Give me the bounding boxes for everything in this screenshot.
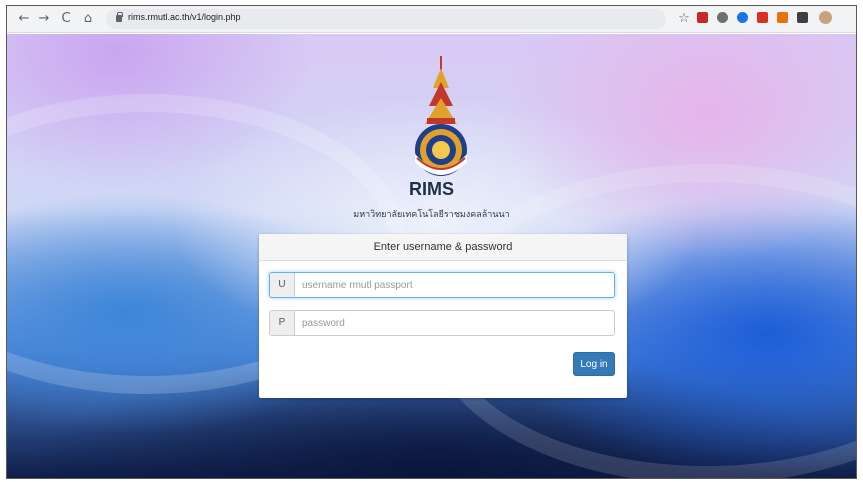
- url-text: rims.rmutl.ac.th/v1/login.php: [128, 12, 241, 22]
- forward-icon[interactable]: →: [35, 10, 53, 28]
- login-panel-heading: Enter username & password: [259, 234, 627, 261]
- red-extension-icon[interactable]: [757, 12, 768, 23]
- reload-icon[interactable]: C: [57, 10, 75, 28]
- username-addon: U: [270, 273, 295, 297]
- university-logo: [415, 56, 467, 176]
- university-name: มหาวิทยาลัยเทคโนโลยีราชมงคลล้านนา: [353, 209, 510, 219]
- profile-avatar[interactable]: [819, 11, 832, 24]
- password-field[interactable]: P: [269, 310, 615, 336]
- download-extension-icon[interactable]: [777, 12, 788, 23]
- password-addon: P: [270, 311, 295, 335]
- pdf-extension-icon[interactable]: [697, 12, 708, 23]
- lock-icon[interactable]: [116, 12, 123, 22]
- login-panel: Enter username & password U P Log in: [259, 234, 627, 398]
- browser-window: ← → C ⌂ rims.rmutl.ac.th/v1/login.php ☆: [6, 5, 857, 479]
- username-input[interactable]: [296, 273, 614, 297]
- back-icon[interactable]: ←: [15, 10, 33, 28]
- login-page: RIMS มหาวิทยาลัยเทคโนโลยีราชมงคลล้านนา E…: [7, 34, 856, 478]
- address-bar[interactable]: rims.rmutl.ac.th/v1/login.php: [106, 9, 666, 29]
- bookmark-star-icon[interactable]: ☆: [675, 10, 693, 28]
- login-button[interactable]: Log in: [573, 352, 615, 376]
- username-field[interactable]: U: [269, 272, 615, 298]
- blue-extension-icon[interactable]: [737, 12, 748, 23]
- camera-extension-icon[interactable]: [717, 12, 728, 23]
- app-name: RIMS: [409, 179, 454, 199]
- puzzle-extension-icon[interactable]: [797, 12, 808, 23]
- home-icon[interactable]: ⌂: [79, 10, 97, 28]
- browser-toolbar: ← → C ⌂ rims.rmutl.ac.th/v1/login.php ☆: [7, 6, 856, 33]
- password-input[interactable]: [296, 311, 614, 335]
